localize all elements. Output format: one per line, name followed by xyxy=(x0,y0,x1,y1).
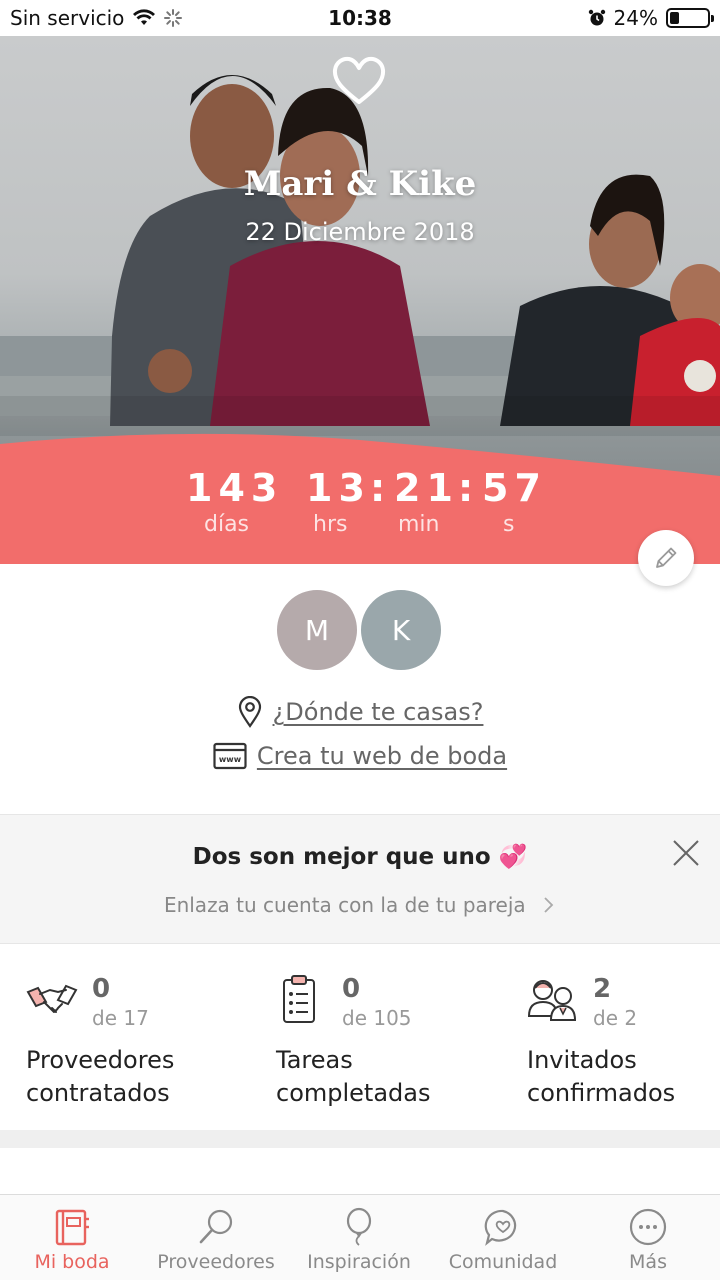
stat-guests[interactable]: 2 de 2 Invitados confirmados xyxy=(527,944,720,1130)
chevron-right-icon xyxy=(544,897,554,913)
tab-label: Inspiración xyxy=(307,1251,411,1273)
section-divider xyxy=(0,1130,720,1148)
tab-label: Proveedores xyxy=(157,1251,275,1273)
promo-title: Dos son mejor que uno 💞 xyxy=(192,844,528,870)
edit-wedding-button[interactable] xyxy=(638,530,694,586)
tab-label: Más xyxy=(629,1251,667,1273)
alarm-icon xyxy=(588,9,605,26)
where-link-label[interactable]: ¿Dónde te casas? xyxy=(273,698,484,726)
tab-proveedores[interactable]: Proveedores xyxy=(156,1195,276,1280)
countdown-days-label: días xyxy=(204,512,250,537)
checklist-icon xyxy=(283,975,315,1023)
countdown-minutes-label: min xyxy=(398,512,440,537)
countdown-separator: : xyxy=(458,466,474,510)
balloon-icon xyxy=(346,1207,372,1246)
countdown-seconds-label: s xyxy=(503,512,515,537)
wedding-stats: 0 de 17 Proveedores contratados 0 de 105… xyxy=(0,944,720,1130)
tab-mas[interactable]: Más xyxy=(600,1195,696,1280)
tab-comunidad[interactable]: Comunidad xyxy=(448,1195,558,1280)
stat-count: 2 xyxy=(593,974,612,1004)
countdown-timer: 143 13 : 21 : 57 días hrs min s xyxy=(0,466,720,564)
tab-inspiracion[interactable]: Inspiración xyxy=(304,1195,414,1280)
more-icon xyxy=(629,1208,667,1246)
countdown-minutes: 21 xyxy=(394,466,459,510)
couple-names: Mari & Kike xyxy=(243,164,477,204)
tab-label: Comunidad xyxy=(448,1251,558,1273)
battery-level xyxy=(670,12,679,24)
wedding-hero: Mari & Kike 22 Diciembre 2018 143 13 : 2… xyxy=(0,36,720,564)
promo-link[interactable]: Enlaza tu cuenta con la de tu pareja xyxy=(0,893,720,917)
notebook-icon xyxy=(55,1209,89,1246)
countdown-seconds: 57 xyxy=(482,466,547,510)
search-icon xyxy=(199,1209,233,1244)
countdown-hours-label: hrs xyxy=(313,512,348,537)
stat-count: 0 xyxy=(92,974,111,1004)
heart-logo-icon xyxy=(332,56,386,104)
tab-label: Mi boda xyxy=(34,1251,110,1273)
stat-total: de 17 xyxy=(92,1006,149,1030)
avatar-partner-1[interactable]: M xyxy=(274,587,360,673)
couple-avatars: M K xyxy=(274,587,446,673)
battery-percent: 24% xyxy=(613,6,658,30)
status-bar: Sin servicio 10:38 24% xyxy=(0,0,720,36)
stat-total: de 105 xyxy=(342,1006,412,1030)
promo-subtitle: Enlaza tu cuenta con la de tu pareja xyxy=(163,893,526,917)
stat-count: 0 xyxy=(342,974,361,1004)
battery-icon xyxy=(666,8,714,28)
stat-label: Invitados confirmados xyxy=(527,1046,676,1107)
wedding-date: 22 Diciembre 2018 xyxy=(245,218,475,246)
where-link[interactable]: ¿Dónde te casas? xyxy=(0,696,720,728)
close-icon[interactable] xyxy=(670,837,702,869)
stat-label: Tareas completadas xyxy=(276,1046,431,1107)
svg-text:www: www xyxy=(219,755,242,764)
stat-total: de 2 xyxy=(593,1006,638,1030)
pencil-icon xyxy=(656,547,677,568)
countdown-days: 143 xyxy=(186,466,284,510)
bottom-tab-bar: Mi boda Proveedores Inspiración Comunida… xyxy=(0,1194,720,1280)
chat-heart-icon xyxy=(484,1209,517,1246)
website-icon: www xyxy=(213,742,247,770)
handshake-icon xyxy=(26,984,78,1013)
wifi-icon xyxy=(133,9,156,25)
avatar-partner-2[interactable]: K xyxy=(358,587,444,673)
link-partner-banner[interactable]: Dos son mejor que uno 💞 Enlaza tu cuenta… xyxy=(0,814,720,944)
location-pin-icon xyxy=(238,696,261,728)
tab-mi-boda[interactable]: Mi boda xyxy=(24,1195,120,1280)
countdown-separator: : xyxy=(370,466,386,510)
guests-icon xyxy=(527,980,577,1021)
stat-vendors[interactable]: 0 de 17 Proveedores contratados xyxy=(26,944,266,1130)
stat-tasks[interactable]: 0 de 105 Tareas completadas xyxy=(276,944,516,1130)
loading-spinner-icon xyxy=(164,9,183,27)
countdown-hours: 13 xyxy=(306,466,371,510)
wedding-web-link[interactable]: www Crea tu web de boda xyxy=(0,742,720,770)
wedding-web-link-label[interactable]: Crea tu web de boda xyxy=(257,742,507,770)
carrier-text: Sin servicio xyxy=(10,6,125,30)
stat-label: Proveedores contratados xyxy=(26,1046,175,1107)
